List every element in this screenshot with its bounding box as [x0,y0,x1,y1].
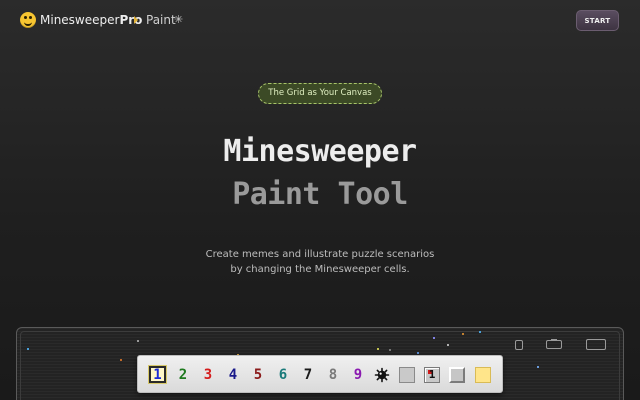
top-bar: MinesweeperPro Paint ✳ START [0,0,640,40]
mobile-view-icon[interactable] [515,340,523,350]
mine-icon[interactable] [374,367,390,383]
flag-cell-label: 1 [428,368,436,381]
flag-number-cell-tool[interactable]: 1 [424,367,440,383]
smiley-logo-icon[interactable] [20,12,36,28]
page-title-line1: Minesweeper [223,134,417,169]
confetti-speck [537,366,539,368]
confetti-speck [417,352,419,354]
breadcrumb-paint[interactable]: Paint [146,12,176,28]
sparkle-icon: ✳ [174,13,184,26]
number-4-tool[interactable]: 4 [225,367,241,383]
page-title-line2: Paint Tool [232,177,408,212]
number-2-tool[interactable]: 2 [175,367,191,383]
number-6-tool[interactable]: 6 [275,367,291,383]
confetti-speck [27,348,29,350]
brand-suffix: Pro [119,13,143,27]
confetti-speck [120,359,122,361]
number-3-tool[interactable]: 3 [200,367,216,383]
subtitle-line2: by changing the Minesweeper cells. [230,264,410,275]
number-7-tool[interactable]: 7 [300,367,316,383]
number-8-tool[interactable]: 8 [325,367,341,383]
number-1-tool[interactable]: 1 [148,365,167,384]
start-button[interactable]: START [576,10,619,31]
confetti-speck [137,340,139,342]
breadcrumb-separator-icon [134,16,138,24]
number-5-tool[interactable]: 5 [250,367,266,383]
confetti-speck [377,348,379,350]
highlight-cell-tool[interactable] [475,367,491,383]
confetti-speck [433,337,435,339]
page-subtitle: Create memes and illustrate puzzle scena… [0,247,640,277]
subtitle-line1: Create memes and illustrate puzzle scena… [205,249,435,260]
confetti-speck [462,333,464,335]
raised-cell-tool[interactable] [449,367,465,383]
brand-name[interactable]: MinesweeperPro [40,12,142,28]
confetti-speck [447,344,449,346]
desktop-view-icon[interactable] [586,339,606,350]
confetti-speck [479,331,481,333]
number-9-tool[interactable]: 9 [350,367,366,383]
blank-cell-tool[interactable] [399,367,415,383]
confetti-speck [389,349,391,351]
paint-palette-toolbar: 1 2 3 4 5 6 7 8 9 1 [137,355,503,393]
tablet-view-icon[interactable] [546,339,562,349]
tagline-badge: The Grid as Your Canvas [258,83,382,104]
brand-text: Minesweeper [40,13,120,27]
